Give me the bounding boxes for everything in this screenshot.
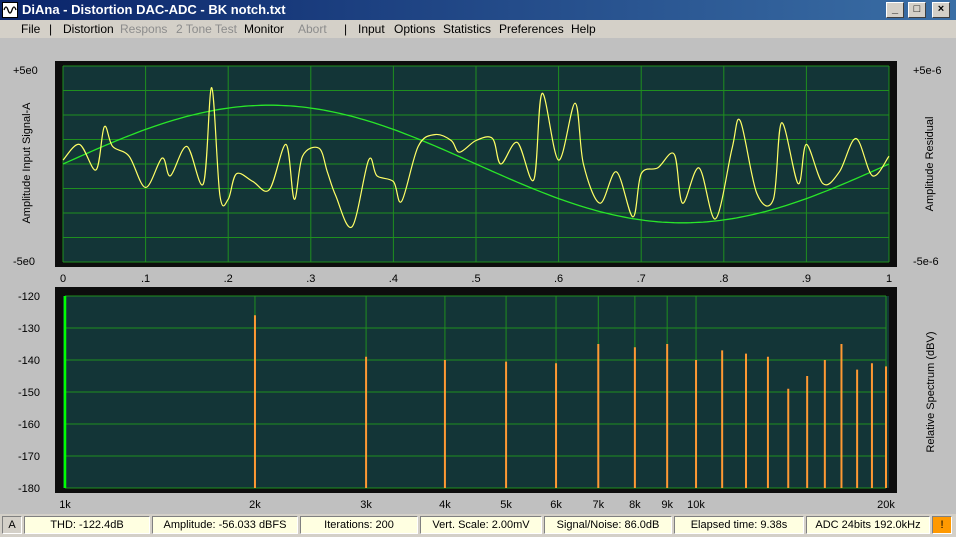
x-tick-label: .8 [719,273,728,285]
x-tick-label: .4 [389,273,398,285]
x-tick-label: 3k [360,499,372,511]
status-amplitude: Amplitude: -56.033 dBFS [152,516,298,534]
y-tick-label: -160 [18,419,40,431]
status-iterations: Iterations: 200 [300,516,418,534]
status-channel[interactable]: A [2,516,22,534]
status-elapsed-time: Elapsed time: 9.38s [674,516,804,534]
warning-icon[interactable]: ! [932,516,952,534]
x-tick-label: .3 [306,273,315,285]
x-tick-label: 6k [550,499,562,511]
bottom-x-ticks: 1k 2k 3k 4k 5k 6k 7k 8k 9k 10k 20k [59,499,895,511]
status-signal-noise: Signal/Noise: 86.0dB [544,516,672,534]
plot-canvas: 0 .1 .2 .3 .4 .5 .6 .7 .8 .9 1 -120 -130 -140 -150 -16… [18,61,897,511]
x-tick-label: 9k [661,499,673,511]
x-tick-label: 2k [249,499,261,511]
status-thd: THD: -122.4dB [24,516,150,534]
y-tick-label: -170 [18,451,40,463]
x-tick-label: 10k [687,499,705,511]
x-tick-label: 7k [592,499,604,511]
x-tick-label: 0 [60,273,66,285]
x-tick-label: .1 [141,273,150,285]
y-tick-label: -180 [18,483,40,495]
bottom-y-ticks: -120 -130 -140 -150 -160 -170 -180 [18,291,40,495]
x-tick-label: .5 [471,273,480,285]
y-tick-label: -120 [18,291,40,303]
x-tick-label: 5k [500,499,512,511]
y-tick-label: -130 [18,323,40,335]
x-tick-label: 20k [877,499,895,511]
x-tick-label: 8k [629,499,641,511]
y-tick-label: -140 [18,355,40,367]
x-tick-label: .7 [637,273,646,285]
x-tick-label: .2 [224,273,233,285]
x-tick-label: 1k [59,499,71,511]
status-bar: A THD: -122.4dB Amplitude: -56.033 dBFS … [0,514,956,537]
y-tick-label: -150 [18,387,40,399]
x-tick-label: 4k [439,499,451,511]
top-x-ticks: 0 .1 .2 .3 .4 .5 .6 .7 .8 .9 1 [60,273,892,285]
status-adc: ADC 24bits 192.0kHz [806,516,930,534]
x-tick-label: .9 [802,273,811,285]
x-tick-label: 1 [886,273,892,285]
status-vert-scale: Vert. Scale: 2.00mV [420,516,542,534]
x-tick-label: .6 [554,273,563,285]
